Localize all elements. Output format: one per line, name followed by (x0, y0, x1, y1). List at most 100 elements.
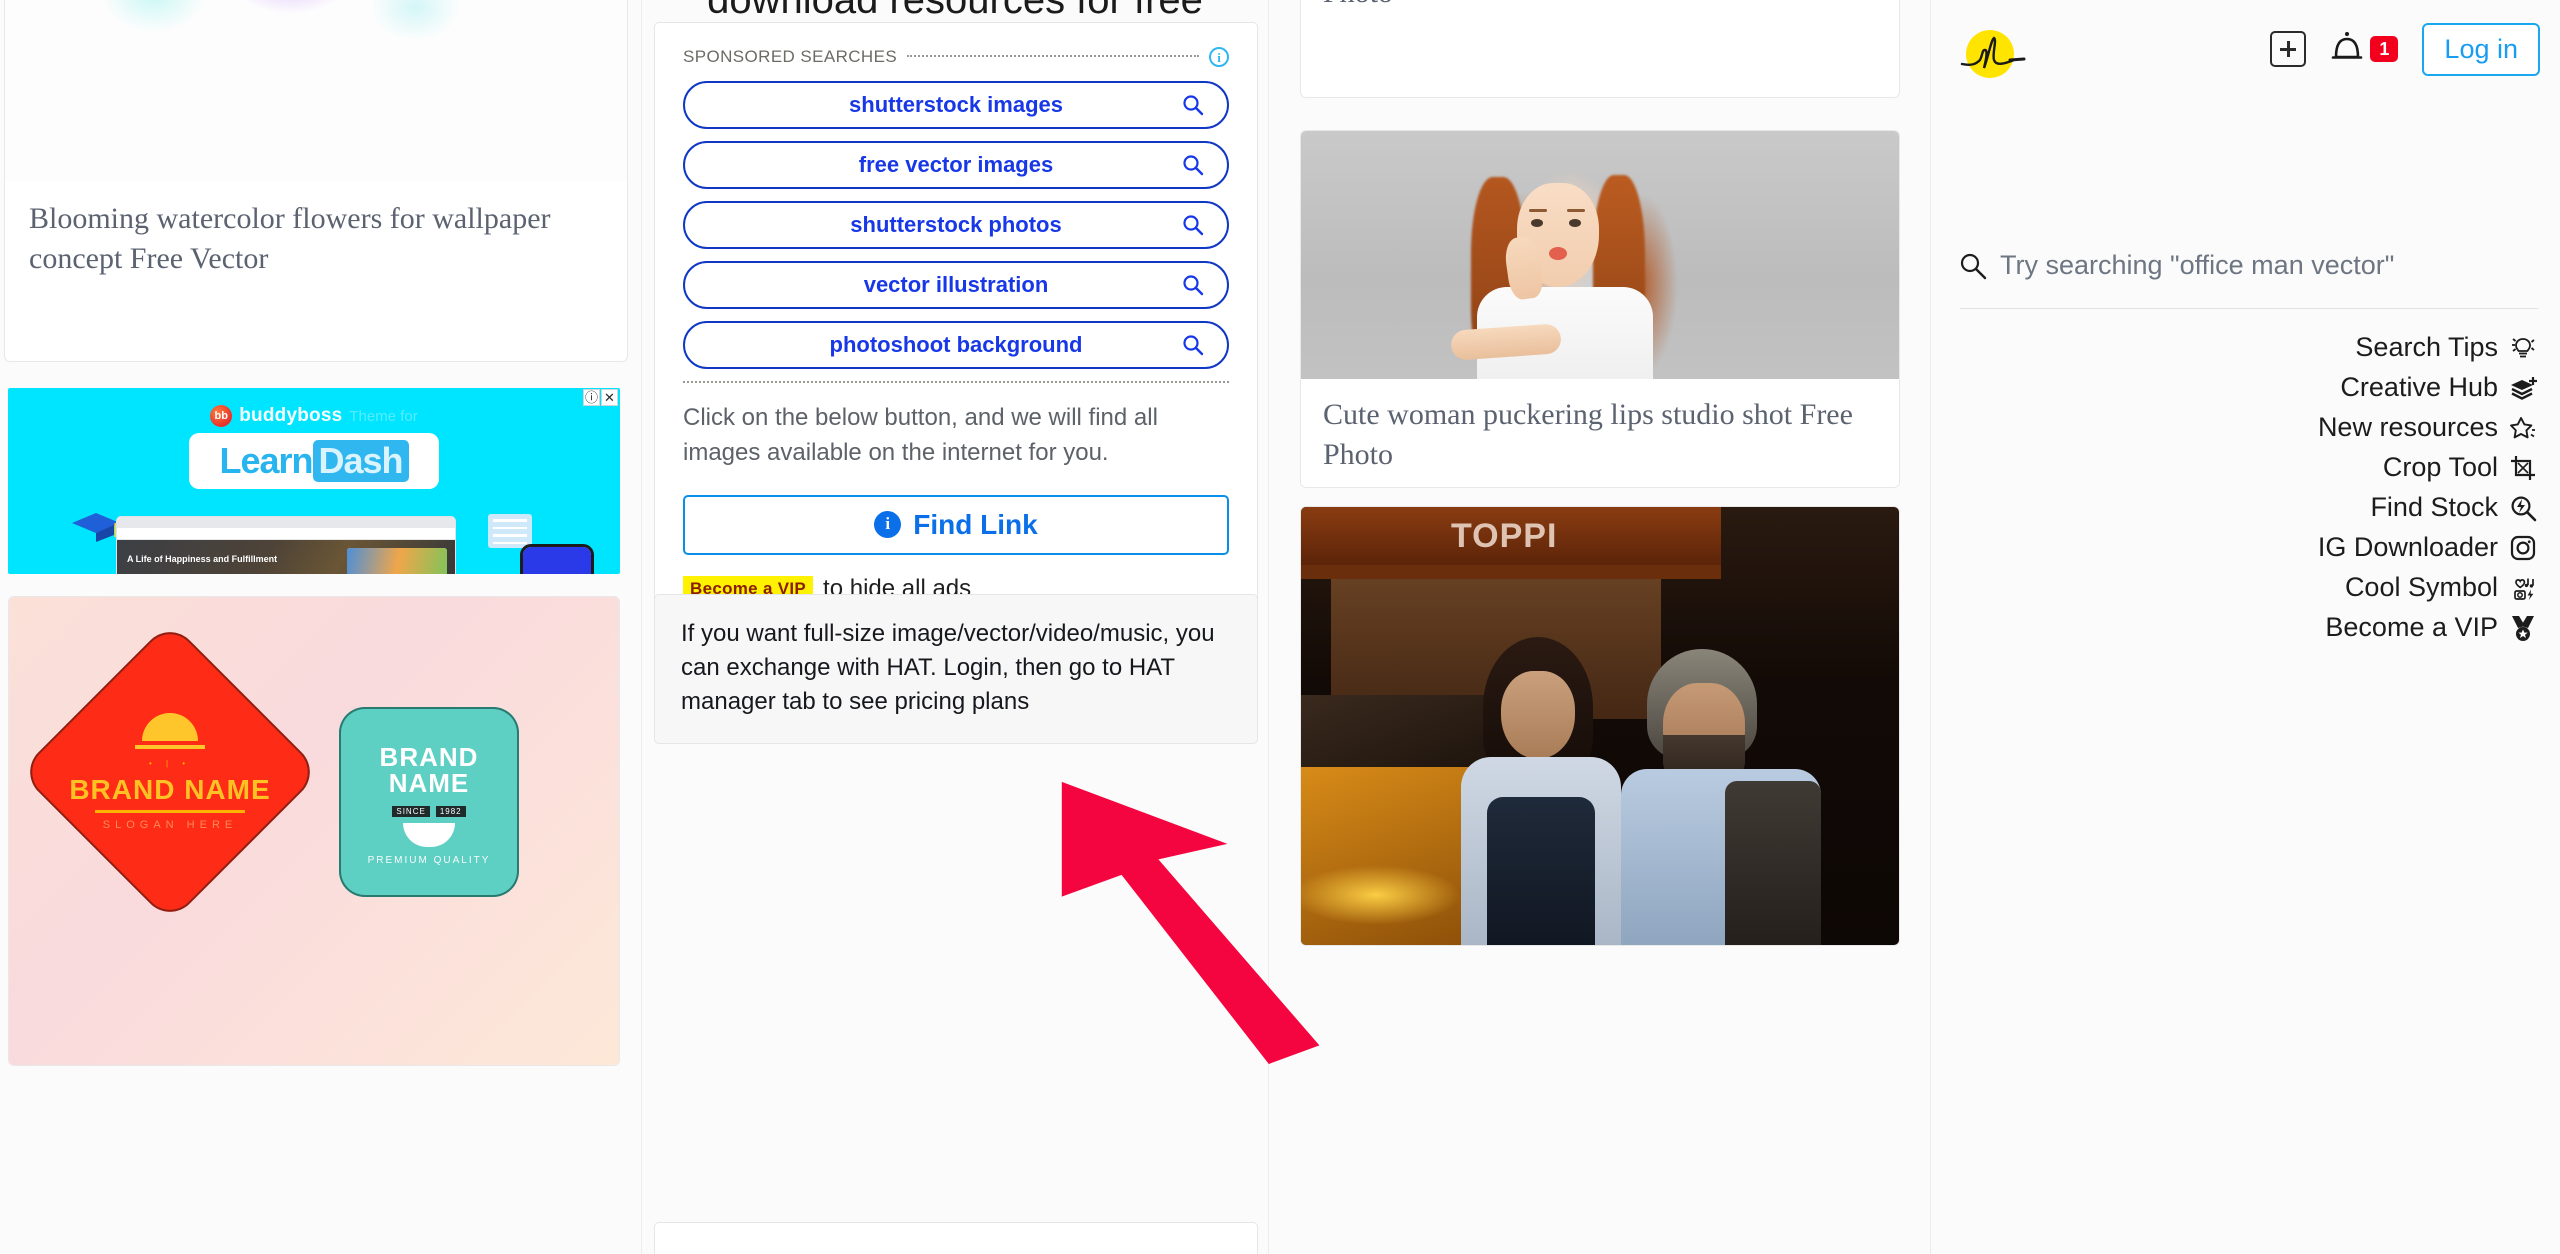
symbols-icon (2508, 573, 2538, 603)
sidebar-item-find-stock[interactable]: Find Stock (2370, 492, 2538, 523)
ad-note-mockup (488, 514, 532, 548)
sidebar-item-cool-symbol[interactable]: Cool Symbol (2345, 572, 2538, 603)
info-circle-icon: i (874, 511, 902, 539)
medal-icon (2508, 613, 2538, 643)
ad-copy-text: Click on the below button, and we will f… (683, 404, 1158, 466)
photo-card-puckering-woman[interactable]: Cute woman puckering lips studio shot Fr… (1300, 130, 1900, 488)
brand-diamond-name: BRAND NAME (69, 774, 271, 805)
left-results-column: Blooming watercolor flowers for wallpape… (0, 0, 640, 1254)
buddyboss-logo-icon: bb (210, 405, 233, 427)
sidebar-menu: Search Tips Creative Hub New resources C… (1958, 332, 2538, 643)
sponsored-search-label: free vector images (858, 152, 1054, 177)
sidebar-item-crop-tool[interactable]: Crop Tool (2383, 452, 2538, 483)
ad-headline: download resources for free (707, 0, 1203, 22)
ad-close-icon[interactable]: ✕ (601, 389, 618, 406)
ad-phone-mockup (520, 544, 594, 574)
search-icon (1183, 215, 1204, 236)
star-sparkle-icon (2508, 413, 2538, 443)
brand-diamond-content: • | • BRAND NAME SLOGAN HERE (55, 659, 285, 885)
brand-logo[interactable] (1958, 24, 2030, 84)
sponsored-ad-column: download resources for free SPONSORED SE… (650, 0, 1260, 1254)
sidebar-item-label: Search Tips (2355, 332, 2498, 362)
ad-brand-name: buddyboss (239, 405, 343, 426)
sponsored-search-label: vector illustration (863, 272, 1049, 297)
find-link-button[interactable]: i Find Link (683, 494, 1229, 555)
search-divider (1960, 308, 2538, 309)
layers-plus-icon (2508, 373, 2538, 403)
sidebar-item-label: Crop Tool (2382, 452, 2498, 482)
result-thumbnail-brand-logos: • | • BRAND NAME SLOGAN HERE BRAND NAME … (9, 597, 619, 1065)
sidebar-item-creative-hub[interactable]: Creative Hub (2340, 372, 2538, 403)
page-root: Blooming watercolor flowers for wallpape… (0, 0, 2560, 1254)
add-icon[interactable] (2270, 31, 2307, 67)
result-thumbnail-watercolor (5, 0, 627, 181)
search-icon (1183, 155, 1204, 176)
search-icon (1183, 275, 1204, 296)
hat-info-text: If you want full-size image/vector/video… (681, 620, 1215, 716)
sponsored-search-pill[interactable]: shutterstock photos (683, 201, 1229, 249)
sponsored-search-label: photoshoot background (829, 332, 1083, 357)
ad-brand-row: bb buddyboss Theme for (8, 405, 620, 427)
result-card-brand-logos[interactable]: • | • BRAND NAME SLOGAN HERE BRAND NAME … (8, 596, 620, 1066)
photo-card-excited-woman[interactable]: Excited woman posing with copy space Fre… (1300, 0, 1900, 98)
brand-square-logo: BRAND NAME SINCE 1982 PREMIUM QUALITY (339, 707, 519, 897)
photo-thumbnail-cafe-couple: TOPPI (1301, 507, 1899, 945)
search-icon (1183, 335, 1204, 356)
sponsored-search-pill[interactable]: photoshoot background (683, 321, 1229, 369)
sidebar-item-label: Creative Hub (2340, 372, 2498, 402)
photo-card-title: Excited woman posing with copy space Fre… (1301, 0, 1899, 12)
top-bar: 1 Log in (1940, 18, 2560, 80)
brand-square-quality: PREMIUM QUALITY (367, 855, 491, 866)
photo-card-title: Cute woman puckering lips studio shot Fr… (1323, 398, 1853, 471)
ad-screenshot-headline: A Life of Happiness and Fulfillment (127, 554, 278, 564)
info-icon[interactable]: i (1209, 47, 1229, 67)
login-button[interactable]: Log in (2422, 22, 2540, 76)
sidebar-item-label: Cool Symbol (2344, 572, 2498, 602)
photo-results-column: Excited woman posing with copy space Fre… (1300, 0, 1920, 1254)
photo-card-cafe-couple[interactable]: TOPPI (1300, 506, 1900, 946)
magnifier-bolt-icon (2508, 493, 2538, 523)
ad-banner-learndash[interactable]: ⓘ ✕ bb buddyboss Theme for LearnDash A (8, 388, 620, 574)
result-card-vector[interactable]: Blooming watercolor flowers for wallpape… (4, 0, 628, 362)
search-icon (1960, 253, 1987, 279)
ad-info-icon[interactable]: ⓘ (583, 389, 600, 406)
sponsored-rule (907, 54, 1199, 57)
column-divider-3 (1930, 0, 1931, 1254)
graduation-cap-icon (72, 513, 120, 542)
notification-count: 1 (2370, 35, 2399, 63)
ad-brand-tagline: Theme for (349, 407, 418, 425)
sidebar-item-label: IG Downloader (2317, 532, 2498, 562)
brand-square-year: 1982 (435, 806, 466, 817)
sponsored-search-label: shutterstock images (849, 92, 1063, 117)
search-bar[interactable]: Try searching "office man vector" (1958, 250, 2542, 281)
sponsored-search-pill[interactable]: free vector images (683, 141, 1229, 189)
column-divider-2 (1268, 0, 1269, 1254)
result-card-title: Blooming watercolor flowers for wallpape… (29, 202, 551, 275)
sidebar-item-new-resources[interactable]: New resources (2318, 412, 2538, 443)
find-link-label: Find Link (913, 508, 1038, 540)
sponsored-search-pill[interactable]: vector illustration (683, 261, 1229, 309)
sidebar-item-ig-downloader[interactable]: IG Downloader (2318, 532, 2538, 563)
lightbulb-icon (2508, 333, 2538, 363)
sidebar-item-search-tips[interactable]: Search Tips (2355, 332, 2538, 363)
search-icon (1183, 95, 1204, 116)
ad-browser-mockup: A Life of Happiness and Fulfillment Lore… (116, 516, 456, 574)
ad-product-word-1: Learn (219, 440, 313, 481)
cafe-sign-text: TOPPI (1451, 517, 1558, 555)
instagram-icon (2508, 533, 2538, 563)
notifications-group[interactable]: 1 (2330, 30, 2399, 68)
ad-badge-group: ⓘ ✕ (583, 389, 618, 406)
right-sidebar: 1 Log in Try searching "office man vecto… (1940, 0, 2560, 1254)
sidebar-item-label: Find Stock (2370, 492, 2498, 522)
brand-square-since: SINCE (392, 806, 430, 817)
sidebar-item-become-a-vip[interactable]: Become a VIP (2325, 612, 2538, 643)
bell-icon (2332, 32, 2363, 59)
sponsored-label: SPONSORED SEARCHES (683, 47, 898, 66)
sidebar-item-label: New resources (2317, 412, 2498, 442)
ad-product-logo: Learn Dash (189, 433, 439, 489)
next-ad-placeholder (654, 1222, 1258, 1254)
column-divider-1 (641, 0, 642, 1254)
hat-info-box: If you want full-size image/vector/video… (654, 594, 1258, 745)
brand-diamond-slogan: SLOGAN HERE (102, 819, 238, 831)
sponsored-search-pill[interactable]: shutterstock images (683, 81, 1229, 129)
